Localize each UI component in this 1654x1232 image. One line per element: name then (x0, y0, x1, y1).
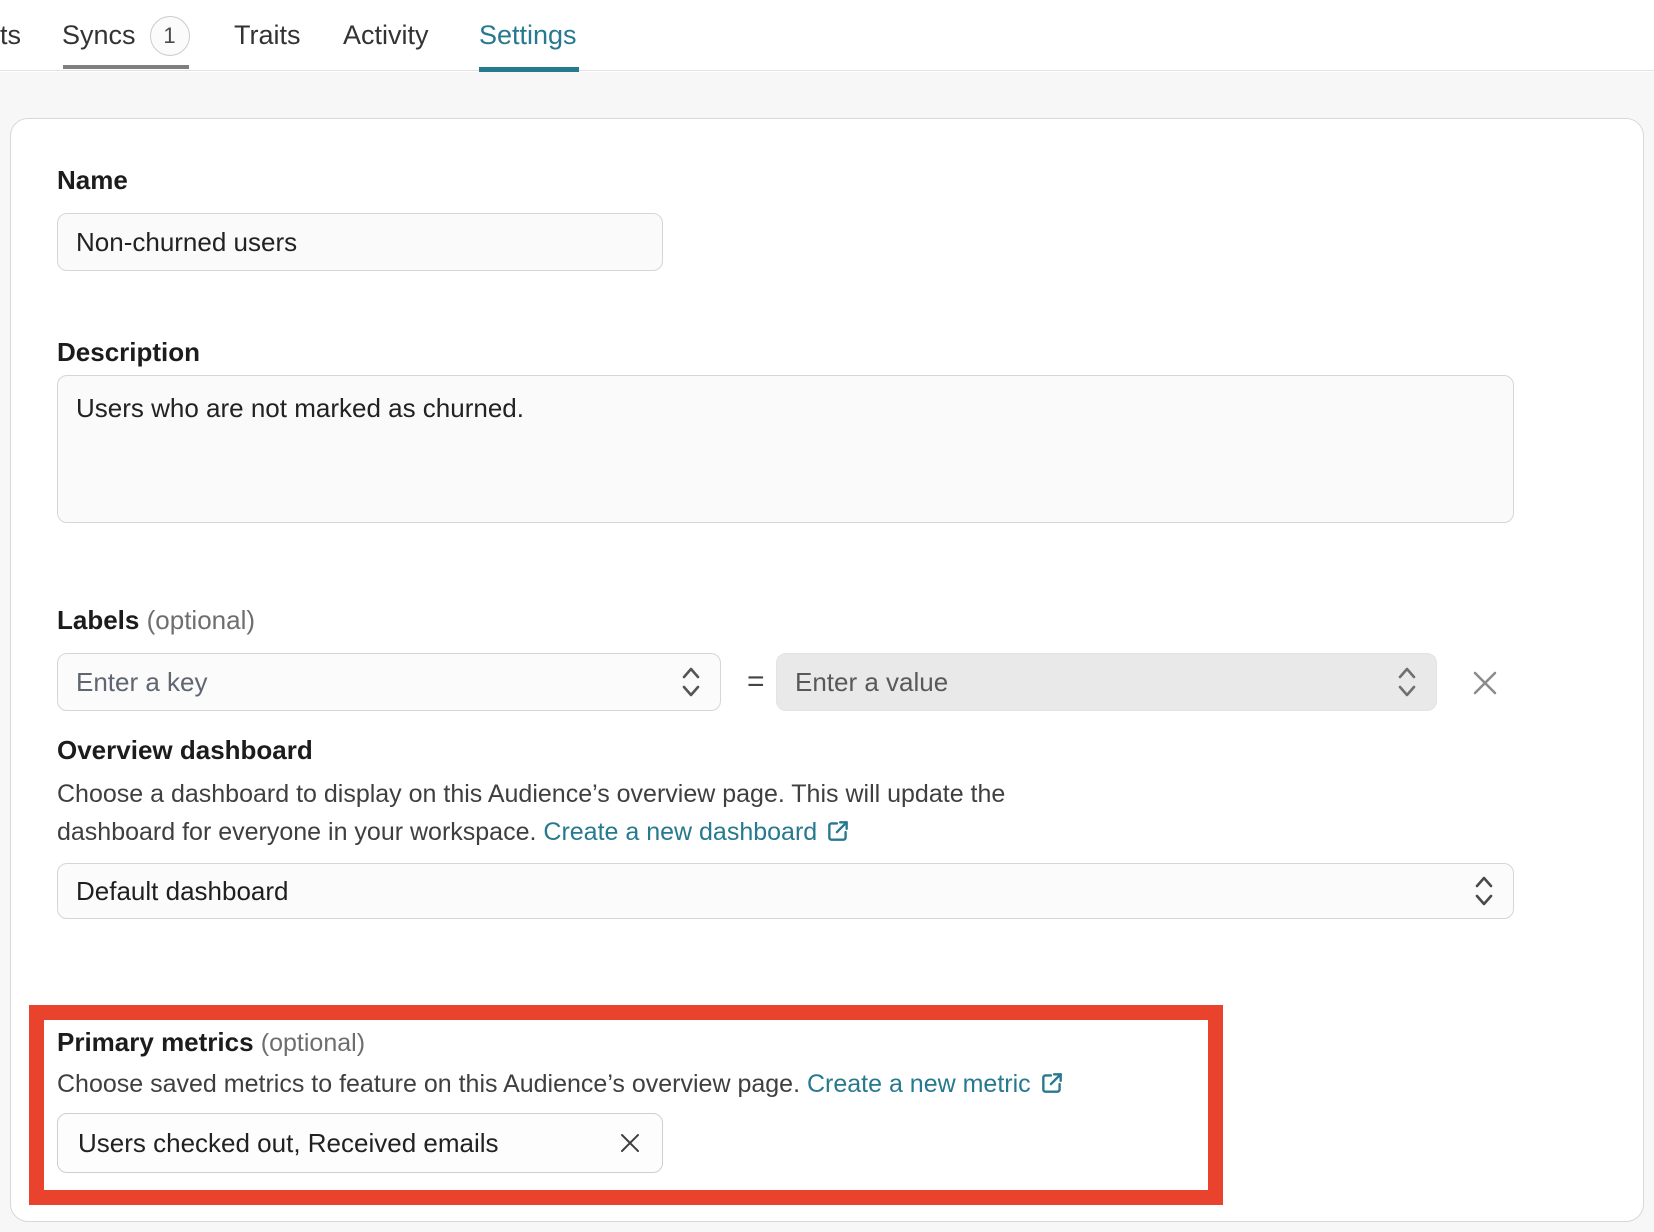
primary-metrics-optional-text: (optional) (261, 1029, 365, 1057)
label-key-placeholder: Enter a key (76, 667, 208, 698)
tab-partial-label: ts (0, 20, 21, 51)
create-new-metric-link-label: Create a new metric (807, 1070, 1031, 1098)
external-link-icon (825, 822, 851, 850)
labels-label-text: Labels (57, 605, 139, 635)
label-key-select[interactable]: Enter a key (57, 653, 721, 711)
settings-card: Name Non-churned users Description Users… (10, 118, 1644, 1222)
tab-traits[interactable]: Traits (234, 0, 301, 71)
overview-dashboard-heading: Overview dashboard (57, 735, 313, 766)
close-icon (618, 1131, 642, 1155)
labels-optional-text: (optional) (147, 605, 255, 635)
syncs-count-badge: 1 (150, 16, 190, 56)
tab-settings[interactable]: Settings (479, 0, 577, 71)
tab-activity[interactable]: Activity (343, 0, 429, 71)
create-new-metric-link[interactable]: Create a new metric (807, 1070, 1065, 1098)
create-new-dashboard-link[interactable]: Create a new dashboard (543, 818, 851, 846)
tab-settings-label: Settings (479, 20, 577, 51)
primary-metrics-description: Choose saved metrics to feature on this … (57, 1065, 1065, 1107)
name-input-value: Non-churned users (76, 227, 297, 258)
overview-dashboard-description: Choose a dashboard to display on this Au… (57, 775, 1127, 855)
equals-sign: = (747, 665, 765, 699)
create-new-dashboard-link-label: Create a new dashboard (543, 818, 817, 846)
primary-metrics-heading: Primary metrics (optional) (57, 1027, 365, 1058)
chevron-updown-icon (1473, 873, 1495, 909)
label-value-placeholder: Enter a value (795, 667, 948, 698)
labels-label: Labels (optional) (57, 605, 255, 636)
tab-syncs-label: Syncs (62, 20, 136, 51)
primary-metrics-description-text: Choose saved metrics to feature on this … (57, 1070, 807, 1098)
overview-dashboard-select[interactable]: Default dashboard (57, 863, 1514, 919)
description-label: Description (57, 337, 200, 368)
remove-label-row-button[interactable] (1469, 667, 1501, 699)
chevron-updown-icon (1396, 664, 1418, 700)
tab-syncs[interactable]: Syncs 1 (62, 0, 190, 71)
audience-settings-screen: ts Syncs 1 Traits Activity Settings Name… (0, 0, 1654, 1232)
tab-partial-clipped[interactable]: ts (0, 0, 21, 71)
clear-metrics-button[interactable] (618, 1131, 642, 1155)
name-input[interactable]: Non-churned users (57, 213, 663, 271)
chevron-updown-icon (680, 664, 702, 700)
syncs-tab-underline (63, 65, 189, 69)
external-link-icon (1039, 1074, 1065, 1102)
primary-metrics-input[interactable]: Users checked out, Received emails (57, 1113, 663, 1173)
description-value: Users who are not marked as churned. (76, 393, 524, 423)
settings-tab-active-underline (479, 67, 579, 72)
tab-activity-label: Activity (343, 20, 429, 51)
overview-dashboard-selected: Default dashboard (76, 876, 288, 907)
page-background: Name Non-churned users Description Users… (0, 72, 1654, 1232)
tab-traits-label: Traits (234, 20, 301, 51)
close-icon (1471, 669, 1499, 697)
primary-metrics-heading-text: Primary metrics (57, 1027, 254, 1057)
label-value-select[interactable]: Enter a value (776, 653, 1437, 711)
name-label: Name (57, 165, 128, 196)
description-textarea[interactable]: Users who are not marked as churned. (57, 375, 1514, 523)
primary-metrics-value: Users checked out, Received emails (78, 1128, 499, 1159)
tab-bar: ts Syncs 1 Traits Activity Settings (0, 0, 1654, 71)
overview-dashboard-description-text: Choose a dashboard to display on this Au… (57, 780, 1005, 846)
